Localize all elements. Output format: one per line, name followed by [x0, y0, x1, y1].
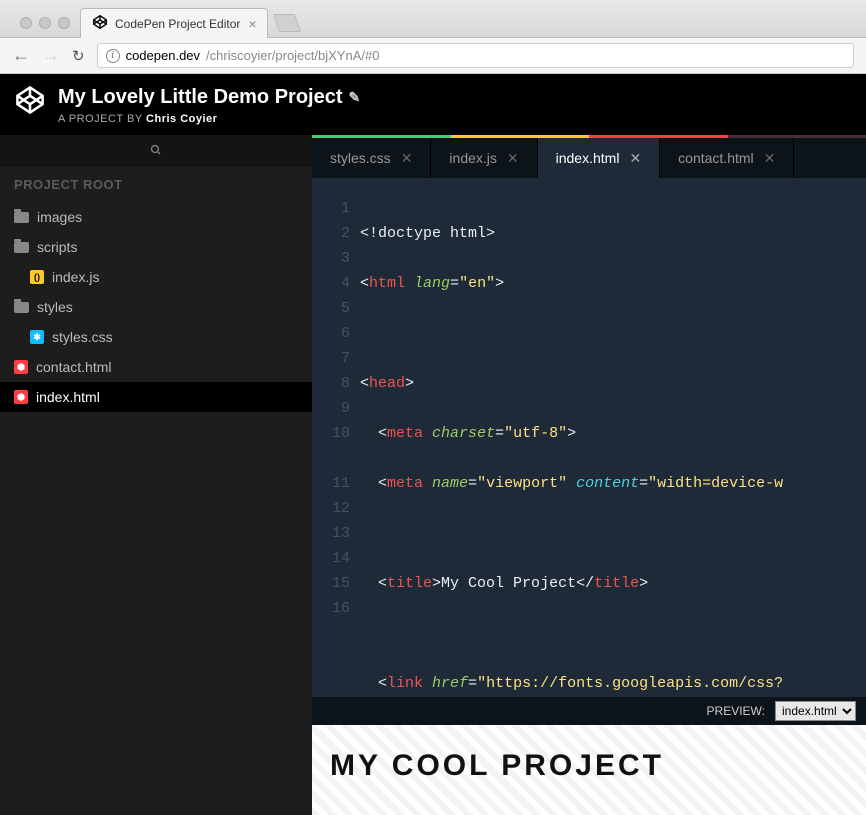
browser-tab-title: CodePen Project Editor — [115, 17, 240, 31]
preview-heading: MY COOL PROJECT — [330, 749, 848, 783]
editor-area: styles.css✕ index.js✕ index.html✕ contac… — [312, 135, 866, 815]
html-file-icon: ⬢ — [14, 360, 28, 374]
css-file-icon: ✱ — [30, 330, 44, 344]
browser-chrome: CodePen Project Editor × ← → ↻ i codepen… — [0, 0, 866, 74]
close-window-icon[interactable] — [20, 17, 32, 29]
minimize-window-icon[interactable] — [39, 17, 51, 29]
url-input[interactable]: i codepen.dev/chriscoyier/project/bjXYnA… — [97, 43, 854, 68]
file-styles-css[interactable]: ✱styles.css — [0, 322, 312, 352]
preview-label: PREVIEW: — [707, 704, 765, 718]
folder-icon — [14, 242, 29, 253]
folder-images[interactable]: images — [0, 202, 312, 232]
preview-bar: PREVIEW: index.html — [312, 697, 866, 725]
address-bar: ← → ↻ i codepen.dev/chriscoyier/project/… — [0, 38, 866, 74]
code-content[interactable]: <!doctype html> <html lang="en"> <head> … — [360, 196, 866, 697]
url-domain: codepen.dev — [126, 48, 200, 63]
browser-tab-strip: CodePen Project Editor × — [0, 0, 866, 38]
file-search[interactable] — [0, 135, 312, 167]
window-controls[interactable] — [14, 17, 80, 37]
zoom-window-icon[interactable] — [58, 17, 70, 29]
file-contact-html[interactable]: ⬢contact.html — [0, 352, 312, 382]
file-index-html[interactable]: ⬢index.html — [0, 382, 312, 412]
preview-pane: MY COOL PROJECT — [312, 725, 866, 815]
site-info-icon[interactable]: i — [106, 49, 120, 63]
back-button[interactable]: ← — [12, 45, 30, 66]
reload-button[interactable]: ↻ — [72, 47, 85, 65]
search-icon — [150, 144, 162, 159]
code-editor[interactable]: 1 2 3 4 5 6 7 8 9 10 11 12 13 14 15 16 <… — [312, 178, 866, 697]
project-byline: A PROJECT BY Chris Coyier — [58, 113, 360, 125]
tab-contact-html[interactable]: contact.html✕ — [660, 138, 794, 178]
project-title-text: My Lovely Little Demo Project — [58, 86, 343, 109]
url-path: /chriscoyier/project/bjXYnA/#0 — [206, 48, 379, 63]
folder-scripts[interactable]: scripts — [0, 232, 312, 262]
browser-tab[interactable]: CodePen Project Editor × — [80, 8, 268, 38]
tab-index-html[interactable]: index.html✕ — [538, 138, 661, 178]
close-tab-icon[interactable]: ✕ — [401, 150, 413, 167]
project-root-label: PROJECT ROOT — [0, 167, 312, 202]
file-index-js[interactable]: ()index.js — [0, 262, 312, 292]
tab-index-js[interactable]: index.js✕ — [431, 138, 537, 178]
forward-button[interactable]: → — [42, 45, 60, 66]
js-file-icon: () — [30, 270, 44, 284]
file-sidebar: PROJECT ROOT images scripts ()index.js s… — [0, 135, 312, 815]
close-tab-icon[interactable]: ✕ — [764, 150, 776, 167]
tab-styles-css[interactable]: styles.css✕ — [312, 138, 431, 178]
folder-icon — [14, 212, 29, 223]
folder-styles[interactable]: styles — [0, 292, 312, 322]
line-gutter: 1 2 3 4 5 6 7 8 9 10 11 12 13 14 15 16 — [312, 196, 360, 697]
app-header: My Lovely Little Demo Project ✎ A PROJEC… — [0, 74, 866, 135]
close-tab-icon[interactable]: ✕ — [629, 150, 641, 167]
html-file-icon: ⬢ — [14, 390, 28, 404]
editor-tabs: styles.css✕ index.js✕ index.html✕ contac… — [312, 138, 866, 178]
file-tree: images scripts ()index.js styles ✱styles… — [0, 202, 312, 412]
project-title: My Lovely Little Demo Project ✎ — [58, 86, 360, 109]
author-link[interactable]: Chris Coyier — [146, 113, 217, 125]
close-tab-icon[interactable]: × — [248, 17, 256, 31]
edit-title-icon[interactable]: ✎ — [349, 89, 361, 106]
folder-icon — [14, 302, 29, 313]
codepen-logo-icon[interactable] — [16, 86, 44, 119]
close-tab-icon[interactable]: ✕ — [507, 150, 519, 167]
preview-file-select[interactable]: index.html — [775, 701, 856, 721]
new-tab-button[interactable] — [273, 14, 301, 32]
codepen-favicon-icon — [93, 15, 107, 32]
